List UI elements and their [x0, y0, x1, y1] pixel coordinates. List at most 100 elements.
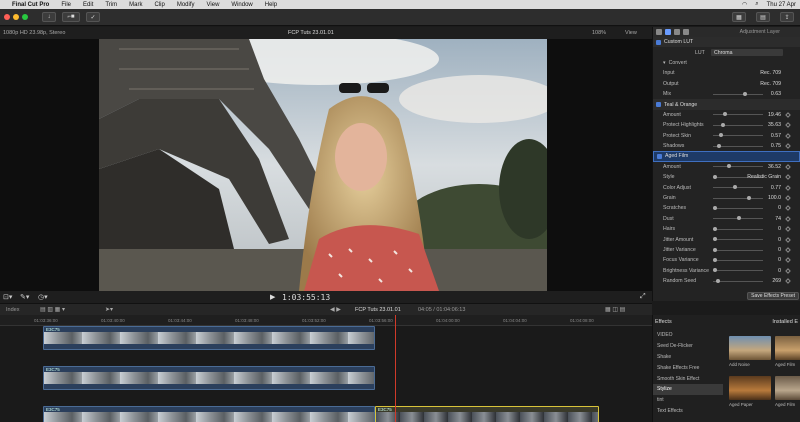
info-tab-icon[interactable]	[656, 29, 662, 35]
close-window-button[interactable]	[4, 14, 10, 20]
aged-slider-knob[interactable]	[737, 216, 741, 221]
menu-trim[interactable]: Trim	[105, 2, 117, 8]
aged-slider-knob[interactable]	[747, 195, 751, 200]
keyframe-icon[interactable]	[785, 195, 791, 201]
timeline-project-name[interactable]: FCP Tuts 23.01.01	[355, 307, 401, 313]
video-tab-icon[interactable]	[665, 29, 671, 35]
import-icon[interactable]: ↓	[42, 12, 56, 22]
playhead[interactable]	[395, 315, 396, 422]
workspace-icon[interactable]: ▤	[756, 12, 770, 22]
keyframe-icon[interactable]	[785, 278, 791, 285]
effects-category-item[interactable]: Stylize	[653, 383, 723, 395]
keyframe-icon[interactable]	[785, 164, 791, 170]
keyframe-icon[interactable]	[785, 226, 791, 233]
play-icon[interactable]: ▶	[270, 293, 275, 301]
keyframe-icon[interactable]	[785, 132, 791, 139]
save-effects-preset-button[interactable]: Save Effects Preset	[747, 292, 799, 300]
aged-value[interactable]: 100.0	[768, 195, 781, 201]
clip-3[interactable]: E3C75	[43, 406, 375, 422]
effects-category-item[interactable]: VIDEO	[653, 330, 723, 341]
background-tasks-icon[interactable]: ✓	[86, 12, 100, 22]
aged-slider[interactable]	[713, 278, 763, 283]
speed-icon[interactable]: ◷▾	[38, 293, 48, 301]
aged-value[interactable]: 0	[778, 237, 781, 243]
clip-1[interactable]: E3C75	[43, 326, 375, 350]
aged-slider[interactable]	[713, 164, 763, 169]
back-icon[interactable]: ◀ ▶	[330, 306, 341, 313]
keyframe-icon[interactable]	[785, 184, 791, 191]
teal-orange-section[interactable]: Teal & Orange	[653, 99, 800, 110]
aged-slider[interactable]	[713, 257, 763, 262]
keyframe-icon[interactable]	[785, 205, 791, 212]
timeline-tracks[interactable]: E3C75 E3C75 E3C75 E3C75	[0, 326, 652, 422]
aged-slider[interactable]	[713, 185, 763, 190]
aged-film-section[interactable]: Aged Film	[653, 151, 800, 162]
teal-slider[interactable]	[713, 122, 763, 127]
input-value[interactable]: Rec. 709	[760, 70, 781, 76]
zoom-window-button[interactable]	[22, 14, 28, 20]
keyframe-icon[interactable]	[785, 267, 791, 274]
aged-slider-knob[interactable]	[713, 205, 717, 210]
mix-slider-knob[interactable]	[743, 91, 747, 96]
minimize-window-button[interactable]	[13, 14, 19, 20]
teal-slider[interactable]	[713, 133, 763, 138]
mix-slider[interactable]	[713, 91, 763, 96]
aged-value[interactable]: 0	[778, 268, 781, 274]
wifi-icon[interactable]: ◠	[742, 1, 747, 8]
aged-slider-knob[interactable]	[713, 237, 717, 242]
search-icon[interactable]: ⌕	[755, 1, 758, 8]
keyframe-icon[interactable]	[785, 174, 791, 181]
effect-tile-2[interactable]	[775, 336, 800, 360]
aged-film-checkbox[interactable]	[657, 153, 662, 159]
aged-slider-knob[interactable]	[716, 278, 720, 283]
aged-slider[interactable]	[713, 205, 763, 210]
keyframe-icon[interactable]	[785, 112, 791, 118]
enhance-icon[interactable]: ✎▾	[20, 293, 29, 301]
menu-file[interactable]: File	[61, 2, 71, 8]
menu-clip[interactable]: Clip	[154, 2, 164, 8]
teal-value[interactable]: 0.75	[771, 143, 781, 149]
teal-slider-knob[interactable]	[717, 143, 721, 148]
teal-slider-knob[interactable]	[723, 112, 727, 117]
aged-slider-knob[interactable]	[713, 226, 717, 231]
aged-slider-knob[interactable]	[733, 185, 737, 190]
menu-view[interactable]: View	[207, 2, 220, 8]
keywords-icon[interactable]: ⌐■	[62, 12, 80, 22]
effect-tile-1[interactable]	[729, 336, 771, 360]
aged-slider-knob[interactable]	[727, 164, 731, 169]
timecode-display[interactable]: 1:03:55:13	[282, 293, 330, 302]
aged-value[interactable]: 0.77	[771, 185, 781, 191]
menu-mark[interactable]: Mark	[129, 2, 142, 8]
viewer[interactable]	[0, 39, 652, 291]
edit-tools-icon[interactable]: ▤ ▥ ▦ ▾	[40, 306, 65, 313]
keyframe-icon[interactable]	[785, 215, 791, 222]
aged-slider-knob[interactable]	[713, 174, 717, 179]
convert-disclosure-icon[interactable]: ▾	[663, 60, 666, 66]
aged-slider-knob[interactable]	[713, 268, 717, 273]
transform-icon[interactable]: ⊡▾	[3, 293, 12, 301]
aged-slider[interactable]	[713, 216, 763, 221]
filter-tab-icon[interactable]	[674, 29, 680, 35]
teal-slider[interactable]	[713, 112, 763, 117]
aged-value[interactable]: 0	[778, 226, 781, 232]
custom-lut-section[interactable]: Custom LUT	[653, 37, 800, 48]
aged-value[interactable]: 36.52	[768, 164, 781, 170]
share-icon[interactable]: ⇪	[780, 12, 794, 22]
teal-value[interactable]: 0.57	[771, 133, 781, 139]
aged-value[interactable]: 0	[778, 205, 781, 211]
lut-select[interactable]: Chroma	[711, 49, 783, 57]
effects-category-item[interactable]: tint	[653, 395, 723, 406]
aged-slider[interactable]	[713, 247, 763, 252]
library-layout-icon[interactable]: ▦	[732, 12, 746, 22]
effects-category-item[interactable]: Shake	[653, 352, 723, 363]
aged-value[interactable]: 269	[772, 278, 781, 284]
menu-edit[interactable]: Edit	[83, 2, 93, 8]
custom-lut-checkbox[interactable]	[656, 39, 661, 45]
aged-value[interactable]: Realistic Grain	[747, 174, 781, 180]
effect-tile-3[interactable]	[729, 376, 771, 400]
clip-2[interactable]: E3C75	[43, 366, 375, 390]
aged-value[interactable]: 0	[778, 247, 781, 253]
keyframe-icon[interactable]	[785, 143, 791, 149]
convert-row[interactable]: ▾ Convert	[653, 58, 800, 68]
aged-slider[interactable]	[713, 237, 763, 242]
